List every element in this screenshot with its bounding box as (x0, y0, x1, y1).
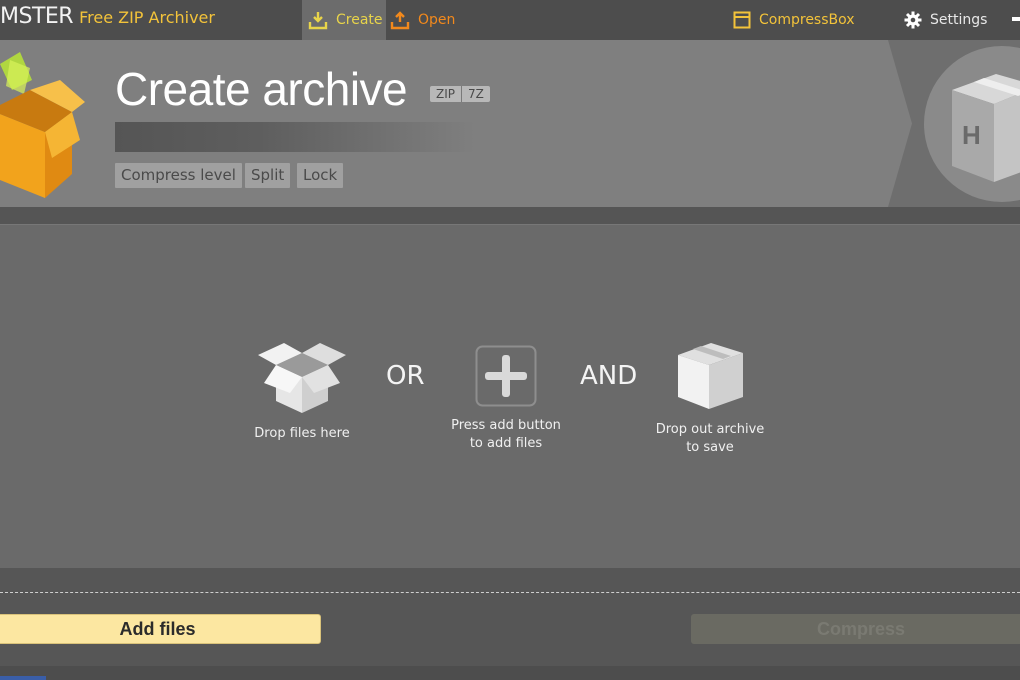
dashed-divider (0, 592, 1020, 593)
package-icon: H (952, 74, 1020, 182)
closed-box-icon (678, 343, 743, 409)
drop-out-hint: Drop out archive to save (640, 341, 780, 457)
add-hint-line2: to add files (469, 436, 543, 451)
create-tab-label: Create (336, 12, 383, 28)
split-button[interactable]: Split (245, 163, 291, 188)
status-bar (0, 666, 1020, 680)
compressbox-icon (733, 11, 751, 29)
drop-out-line2: to save (686, 440, 734, 455)
create-tab[interactable]: Create (302, 0, 386, 40)
plus-icon (475, 345, 537, 407)
compress-level-button[interactable]: Compress level (115, 163, 242, 188)
add-hint-line1: Press add button (451, 418, 561, 433)
archive-name-field[interactable] (115, 122, 475, 152)
format-selector: ZIP 7Z (430, 86, 490, 102)
archive-header: H Create archive ZIP 7Z Compress level S… (0, 40, 1020, 207)
format-zip[interactable]: ZIP (430, 86, 461, 102)
compress-button[interactable]: Compress (691, 614, 1020, 644)
action-bar: Add files Compress (0, 568, 1020, 666)
create-icon (308, 12, 328, 30)
page-title: Create archive (115, 63, 408, 115)
and-label: AND (580, 361, 638, 391)
minimize-icon[interactable] (1012, 17, 1020, 21)
settings-label: Settings (930, 12, 988, 28)
compressbox-button[interactable]: CompressBox (733, 0, 855, 40)
app-brand: MSTER Free ZIP Archiver (0, 4, 215, 32)
or-label: OR (386, 361, 425, 391)
open-tab[interactable]: Open (390, 0, 455, 40)
open-tab-label: Open (418, 12, 456, 28)
open-icon (390, 11, 410, 30)
gear-icon (904, 11, 922, 29)
drop-area[interactable]: Drop files here OR Press add button to a… (0, 224, 1020, 568)
top-bar: MSTER Free ZIP Archiver Create Open Comp… (0, 0, 1020, 40)
status-indicator (0, 676, 46, 680)
open-box-outline-icon (258, 343, 346, 413)
brand-name: MSTER (0, 4, 74, 29)
header-divider (0, 207, 1020, 224)
drop-out-line1: Drop out archive (655, 422, 765, 437)
open-box-icon (0, 52, 85, 198)
lock-button[interactable]: Lock (297, 163, 344, 188)
drop-files-label: Drop files here (254, 426, 350, 441)
product-name: Free ZIP Archiver (79, 8, 215, 27)
compressbox-label: CompressBox (759, 12, 855, 28)
settings-button[interactable]: Settings (904, 0, 987, 40)
add-button-hint: Press add button to add files (436, 345, 576, 453)
format-7z[interactable]: 7Z (461, 86, 490, 102)
svg-text:H: H (962, 120, 981, 150)
add-files-button[interactable]: Add files (0, 614, 321, 644)
drop-files-hint: Drop files here (232, 335, 372, 443)
